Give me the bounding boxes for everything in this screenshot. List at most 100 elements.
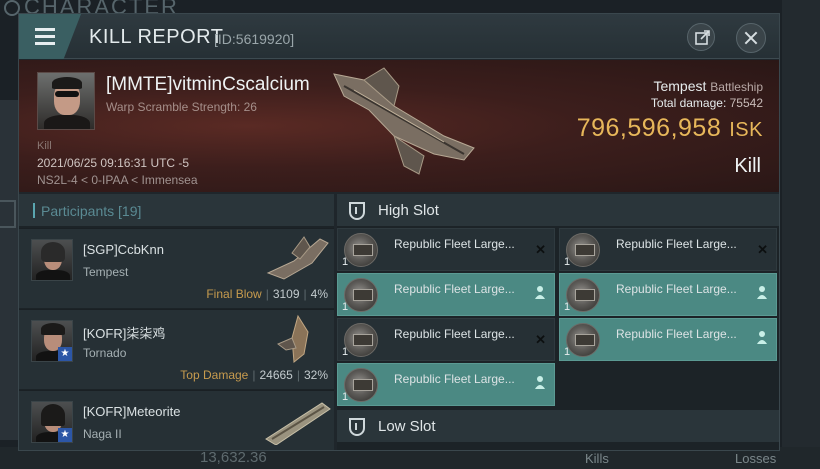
module-quantity: 1 bbox=[564, 301, 571, 313]
hamburger-icon-line bbox=[35, 42, 55, 45]
victim-ship-name[interactable]: Tempest bbox=[653, 78, 706, 94]
kill-report-modal: KILL REPORT [ID:5619920] [MMTE]vitminCsc… bbox=[18, 13, 780, 451]
dropped-person-icon bbox=[535, 376, 545, 389]
turret-icon bbox=[344, 278, 378, 312]
background-kills-label: Kills bbox=[585, 451, 609, 466]
dropped-person-icon bbox=[757, 286, 767, 299]
module-name: Republic Fleet Large... bbox=[616, 327, 737, 341]
high-slot-title: High Slot bbox=[378, 202, 439, 219]
destroyed-icon: ✕ bbox=[535, 242, 546, 257]
participant-ship-image bbox=[266, 236, 329, 280]
turret-icon bbox=[344, 233, 378, 267]
kill-time: 2021/06/25 09:16:31 UTC -5 bbox=[37, 156, 190, 170]
participant-ship: Naga II bbox=[83, 427, 122, 441]
low-slot-title: Low Slot bbox=[378, 418, 436, 435]
report-id: [ID:5619920] bbox=[214, 31, 295, 47]
module-item[interactable]: 1 Republic Fleet Large... ✕ bbox=[337, 228, 555, 271]
participant-avatar: ★ bbox=[31, 401, 73, 443]
stat-separator: | bbox=[303, 287, 307, 301]
stat-separator: | bbox=[265, 287, 269, 301]
hamburger-icon-line bbox=[35, 28, 55, 31]
module-quantity: 1 bbox=[342, 301, 349, 313]
destroyed-icon: ✕ bbox=[535, 332, 546, 347]
module-quantity: 1 bbox=[564, 256, 571, 268]
participant-tag: Final Blow bbox=[206, 287, 262, 301]
module-name: Republic Fleet Large... bbox=[394, 327, 515, 341]
background-losses-label: Losses bbox=[735, 451, 777, 466]
menu-button[interactable] bbox=[19, 14, 81, 59]
isk-value: 796,596,958 ISK bbox=[577, 114, 763, 143]
modal-header: KILL REPORT [ID:5619920] bbox=[19, 14, 779, 59]
participant-ship: Tempest bbox=[83, 265, 129, 279]
participant-damage: 24665 bbox=[259, 368, 293, 382]
ship-image bbox=[333, 67, 475, 175]
share-icon bbox=[695, 30, 710, 45]
isk-unit: ISK bbox=[729, 119, 763, 141]
participant-avatar: ★ bbox=[31, 320, 73, 362]
participant-percent: 32% bbox=[303, 368, 328, 382]
background-bottom-value: 13,632.36 bbox=[200, 449, 267, 466]
kill-result: Kill bbox=[734, 155, 761, 177]
low-slot-header: Low Slot bbox=[337, 410, 779, 442]
participant-tag: Top Damage bbox=[180, 368, 249, 382]
module-item[interactable]: 1 Republic Fleet Large... ✕ bbox=[559, 228, 777, 271]
kill-type-small: Kill bbox=[37, 140, 52, 152]
stat-separator: | bbox=[252, 368, 256, 382]
turret-icon bbox=[566, 278, 600, 312]
share-button[interactable] bbox=[687, 23, 715, 51]
participant-name: [KOFR]Meteorite bbox=[83, 404, 181, 419]
participant-avatar bbox=[31, 239, 73, 281]
module-item[interactable]: 1 Republic Fleet Large... bbox=[559, 273, 777, 316]
shield-icon bbox=[349, 418, 365, 436]
turret-icon bbox=[344, 323, 378, 357]
module-item[interactable]: 1 Republic Fleet Large... bbox=[337, 273, 555, 316]
module-item[interactable]: 1 Republic Fleet Large... ✕ bbox=[337, 318, 555, 361]
close-button[interactable] bbox=[736, 23, 766, 53]
alliance-star-icon: ★ bbox=[58, 428, 72, 442]
participant-name: [KOFR]柒柒鸡 bbox=[83, 326, 166, 341]
module-quantity: 1 bbox=[342, 256, 349, 268]
turret-icon bbox=[344, 368, 378, 402]
participant-stats: Final Blow | 3109 | 4% bbox=[206, 287, 328, 301]
participants-panel: Participants [19] [SGP]CcbKnn Tempest Fi… bbox=[19, 194, 334, 450]
module-name: Republic Fleet Large... bbox=[394, 237, 515, 251]
victim-ship-type: Tempest Battleship bbox=[653, 78, 763, 94]
high-slot-header: High Slot bbox=[337, 194, 779, 226]
warp-scramble-strength: Warp Scramble Strength: 26 bbox=[106, 100, 257, 114]
victim-avatar[interactable] bbox=[37, 72, 95, 130]
module-name: Republic Fleet Large... bbox=[616, 282, 737, 296]
isk-amount: 796,596,958 bbox=[576, 114, 722, 142]
module-item[interactable]: 1 Republic Fleet Large... bbox=[559, 318, 777, 361]
destroyed-icon: ✕ bbox=[757, 242, 768, 257]
total-damage: Total damage: 75542 bbox=[651, 96, 763, 110]
module-item[interactable]: 1 Republic Fleet Large... bbox=[337, 363, 555, 406]
participant-percent: 4% bbox=[310, 287, 328, 301]
hamburger-icon-line bbox=[35, 35, 55, 38]
participant-row[interactable]: [SGP]CcbKnn Tempest Final Blow | 3109 | 4% bbox=[19, 228, 334, 308]
kill-banner: [MMTE]vitminCscalcium Warp Scramble Stre… bbox=[19, 60, 779, 192]
shield-icon bbox=[349, 202, 365, 220]
kill-location: NS2L-4 < 0-IPAA < Immensea bbox=[37, 173, 198, 187]
participant-stats: Top Damage | 24665 | 32% bbox=[180, 368, 328, 382]
participants-title: Participants [19] bbox=[41, 203, 142, 219]
module-quantity: 1 bbox=[564, 346, 571, 358]
module-name: Republic Fleet Large... bbox=[394, 372, 515, 386]
stat-separator: | bbox=[296, 368, 300, 382]
fitting-slots-panel: High Slot 1 Republic Fleet Large... ✕ 1 … bbox=[337, 194, 779, 450]
participants-header: Participants [19] bbox=[19, 194, 334, 226]
victim-ship-class: Battleship bbox=[710, 80, 763, 94]
hexagon-icon bbox=[0, 200, 16, 228]
participant-ship-image bbox=[277, 314, 309, 363]
turret-icon bbox=[566, 233, 600, 267]
total-damage-label: Total damage: bbox=[650, 96, 727, 110]
participant-row[interactable]: ★ [KOFR]Meteorite Naga II bbox=[19, 390, 334, 450]
page-title: KILL REPORT bbox=[89, 26, 224, 48]
alliance-star-icon: ★ bbox=[58, 347, 72, 361]
victim-name[interactable]: [MMTE]vitminCscalcium bbox=[106, 74, 310, 96]
module-quantity: 1 bbox=[342, 391, 349, 403]
dropped-person-icon bbox=[757, 331, 767, 344]
module-name: Republic Fleet Large... bbox=[616, 237, 737, 251]
participant-row[interactable]: ★ [KOFR]柒柒鸡 Tornado Top Damage | 24665 | 32% bbox=[19, 309, 334, 389]
participant-ship-image bbox=[265, 402, 331, 445]
participant-damage: 3109 bbox=[272, 287, 300, 301]
